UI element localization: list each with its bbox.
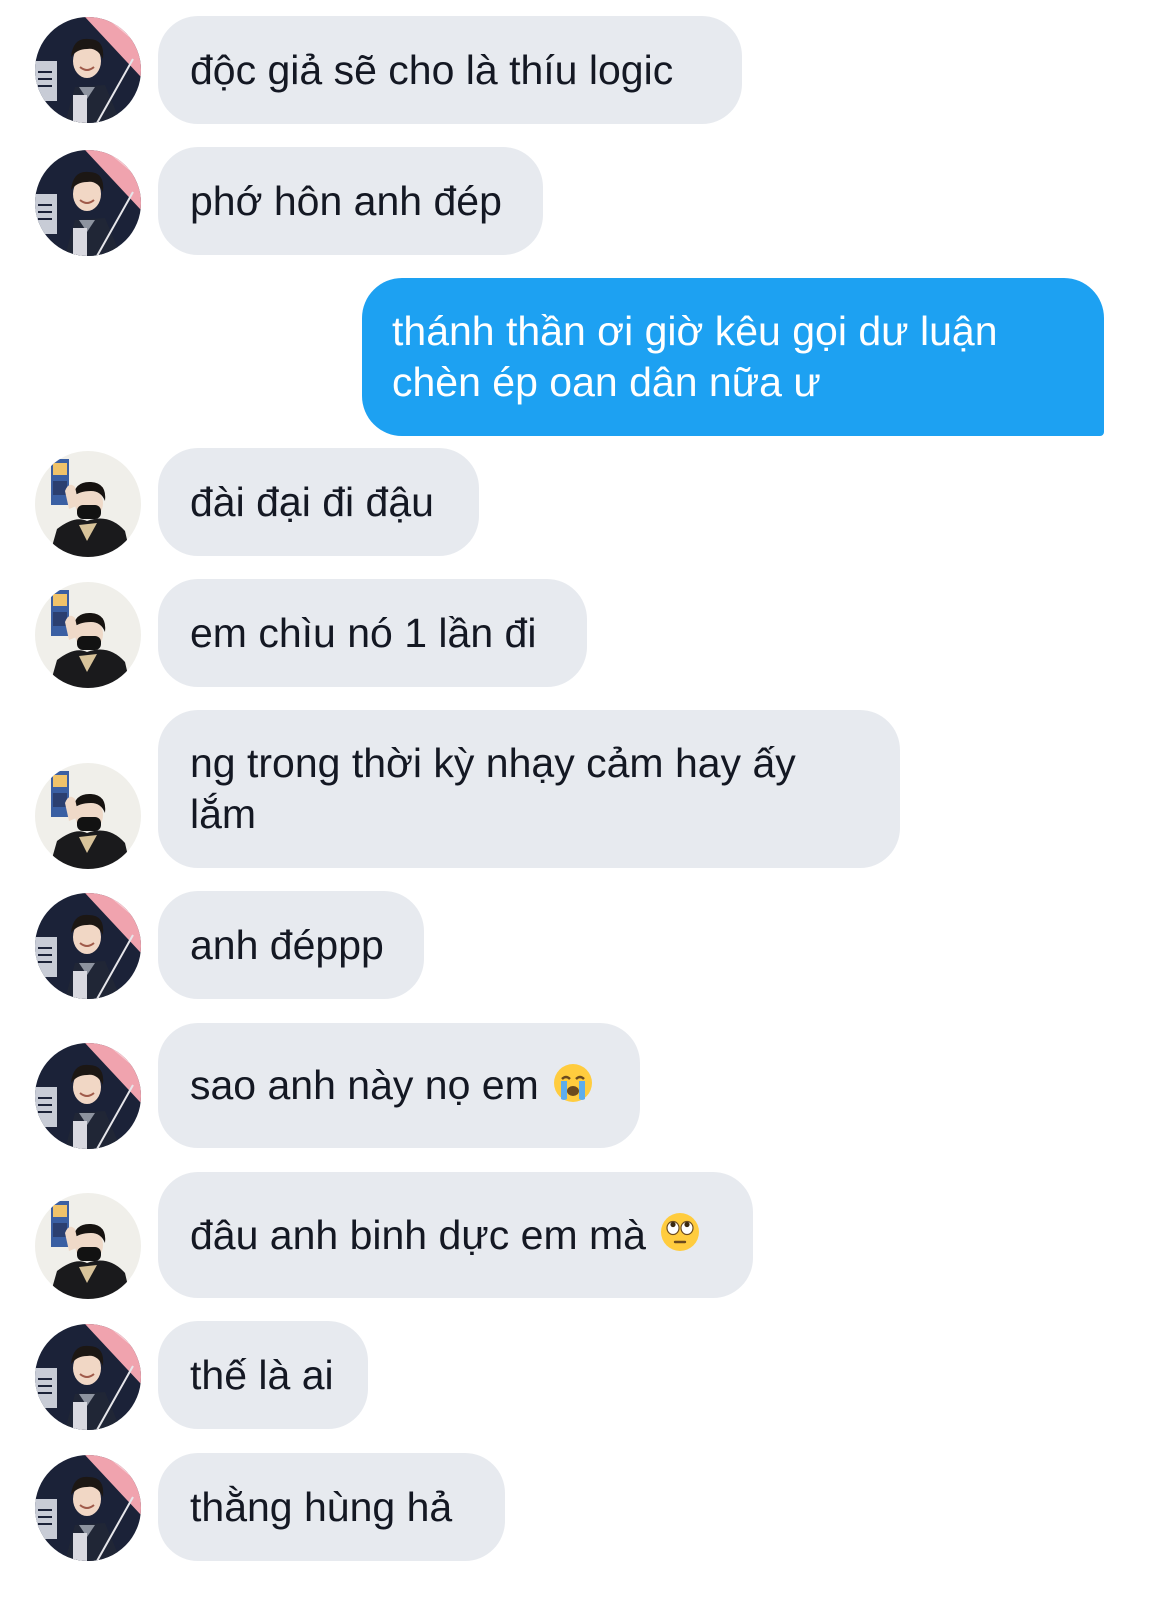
incoming-message-bubble[interactable]: phớ hôn anh đép xyxy=(158,147,543,255)
message-text: ng trong thời kỳ nhạy cảm hay ấy lắm xyxy=(190,740,796,837)
incoming-message-bubble[interactable]: thế là ai xyxy=(158,1321,368,1429)
message-text: sao anh này nọ em xyxy=(190,1062,539,1108)
sender-avatar[interactable] xyxy=(35,893,141,999)
chat-thread: độc giả sẽ cho là thíu logic phớ hôn anh… xyxy=(0,0,1170,1611)
incoming-message-bubble[interactable]: ng trong thời kỳ nhạy cảm hay ấy lắm xyxy=(158,710,900,868)
message-text: thằng hùng hả xyxy=(190,1483,453,1530)
incoming-message-bubble[interactable]: sao anh này nọ em xyxy=(158,1023,640,1148)
sender-avatar[interactable] xyxy=(35,582,141,688)
avatar-image xyxy=(35,17,141,123)
loudly-crying-face-emoji xyxy=(553,1063,593,1103)
sender-avatar[interactable] xyxy=(35,1043,141,1149)
avatar-image xyxy=(35,1324,141,1430)
sender-avatar[interactable] xyxy=(35,451,141,557)
message-text: đâu anh binh dực em mà xyxy=(190,1211,646,1258)
sender-avatar[interactable] xyxy=(35,17,141,123)
message-text: độc giả sẽ cho là thíu logic xyxy=(190,46,674,93)
avatar-image xyxy=(35,763,141,869)
incoming-message-bubble[interactable]: em chìu nó 1 lần đi xyxy=(158,579,587,687)
incoming-message-bubble[interactable]: anh đéppp xyxy=(158,891,424,999)
message-text: đài đại đi đậu xyxy=(190,478,434,525)
sender-avatar[interactable] xyxy=(35,1455,141,1561)
incoming-message-bubble[interactable]: đâu anh binh dực em mà xyxy=(158,1172,753,1298)
sender-avatar[interactable] xyxy=(35,1324,141,1430)
sender-avatar[interactable] xyxy=(35,150,141,256)
sender-avatar[interactable] xyxy=(35,763,141,869)
incoming-message-bubble[interactable]: đài đại đi đậu xyxy=(158,448,479,556)
avatar-image xyxy=(35,451,141,557)
avatar-image xyxy=(35,1455,141,1561)
outgoing-message-bubble[interactable]: thánh thần ơi giờ kêu gọi dư luận chèn é… xyxy=(362,278,1104,436)
avatar-image xyxy=(35,1043,141,1149)
incoming-message-bubble[interactable]: thằng hùng hả xyxy=(158,1453,505,1561)
message-text: em chìu nó 1 lần đi xyxy=(190,609,537,656)
avatar-image xyxy=(35,1193,141,1299)
message-text: thế là ai xyxy=(190,1351,334,1398)
avatar-image xyxy=(35,893,141,999)
face-with-rolling-eyes-emoji xyxy=(660,1212,700,1252)
message-text: anh đéppp xyxy=(190,921,384,968)
message-text: thánh thần ơi giờ kêu gọi dư luận chèn é… xyxy=(392,308,998,405)
avatar-image xyxy=(35,150,141,256)
message-text: phớ hôn anh đép xyxy=(190,177,502,224)
incoming-message-bubble[interactable]: độc giả sẽ cho là thíu logic xyxy=(158,16,742,124)
avatar-image xyxy=(35,582,141,688)
sender-avatar[interactable] xyxy=(35,1193,141,1299)
